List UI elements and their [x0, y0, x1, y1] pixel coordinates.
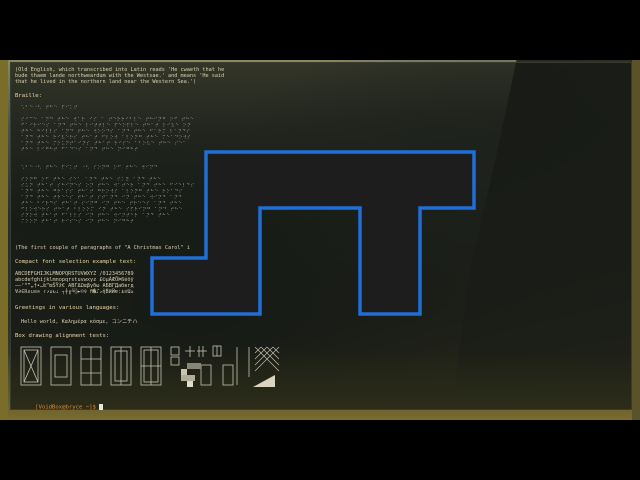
braille-line: ⠡⠃⠑⠐⠣ ⠞⠓⠑ ⠏⠊⠅⠞ [21, 105, 78, 111]
void-logo [150, 150, 476, 316]
braille-heading: Braille: [15, 93, 42, 99]
logo-shape [150, 150, 476, 316]
box-drawing-heading: Box drawing alignment tests: [15, 333, 110, 339]
greetings-heading: Greetings in various languages: [15, 305, 120, 311]
braille-line: ⠍⠕⠕⠝ ⠞⠓⠁⠞ ⠗⠊⠎⠑⠎ ⠊⠝ ⠞⠓⠑ ⠝⠊⠛⠓⠞ [21, 219, 135, 225]
text-cursor [99, 404, 104, 410]
braille-line: ⠡⠃⠑⠐⠣ ⠞⠓⠑ ⠏⠊⠅⠞ ⠐⠣ ⠎⠕⠝⠛ ⠕⠋ ⠞⠓⠑ ⠺⠊⠝⠙ [21, 165, 158, 171]
greetings-line: Hello world, Καλημέρα κόσμε, コンニチハ [21, 319, 138, 325]
desktop-wallpaper: (Old English, which transcribed into Lat… [0, 60, 640, 420]
box-drawing-tests [20, 345, 280, 387]
braille-line: ⠞⠓⠑ ⠇⠊⠛⠓⠞ ⠋⠁⠙⠑⠎ ⠁⠝⠙ ⠞⠓⠑ ⠝⠊⠛⠓⠞ [21, 147, 139, 153]
prompt-user-host: [VoidBox@bryce ~]$ [35, 404, 100, 411]
oldenglish-line-3: that he lived in the northern land near … [15, 79, 197, 85]
compact-font-heading: Compact font selection example text: [15, 259, 137, 265]
compact-font-line: ∀∂∈ℝ∧∪≡∞ ↑↗↨↻⇣ ┐┼╔╘░►☺♀ ﬁ�⑀₂ἠḂӥẄɐː⍎אԱა [15, 289, 134, 295]
shell-prompt[interactable]: [VoidBox@bryce ~]$ [15, 398, 104, 417]
